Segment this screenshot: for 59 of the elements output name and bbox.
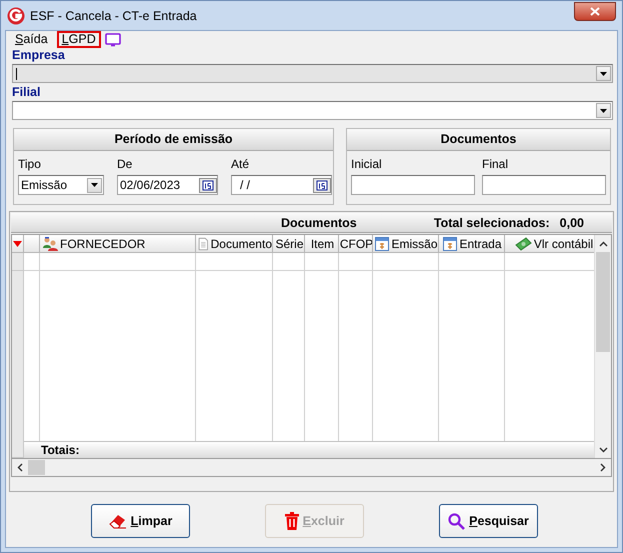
column-header[interactable]: FORNECEDOR bbox=[40, 235, 196, 253]
field-label: Empresa bbox=[11, 48, 66, 63]
panel-title: Período de emissão bbox=[14, 129, 333, 151]
calendar-button-icon[interactable] bbox=[313, 178, 331, 192]
column-header[interactable] bbox=[12, 235, 24, 253]
column-header[interactable]: Item bbox=[305, 235, 339, 253]
panel-title: Documentos bbox=[347, 129, 610, 151]
scrollbar-thumb[interactable] bbox=[28, 460, 45, 475]
vertical-scrollbar[interactable] bbox=[594, 235, 611, 458]
people-icon bbox=[42, 236, 58, 252]
column-header[interactable]: Entrada bbox=[439, 235, 505, 253]
up-chevron-icon bbox=[598, 240, 608, 246]
field-label: Até bbox=[231, 158, 250, 171]
input-field[interactable] bbox=[351, 175, 475, 195]
window-title: ESF - Cancela - CT-e Entrada bbox=[30, 8, 197, 22]
field-label: Tipo bbox=[18, 158, 42, 171]
down-chevron-icon bbox=[598, 446, 608, 452]
grid-title: Documentos bbox=[281, 216, 357, 230]
dropdown-arrow-icon bbox=[91, 183, 98, 187]
field-label: Inicial bbox=[351, 158, 383, 171]
scrollbar-thumb[interactable] bbox=[596, 252, 610, 352]
down-triangle-icon bbox=[13, 240, 22, 246]
right-chevron-icon bbox=[600, 463, 606, 472]
date-field[interactable]: / / bbox=[231, 175, 332, 195]
field-label: Final bbox=[482, 158, 510, 171]
close-button[interactable] bbox=[574, 2, 616, 21]
dropdown-field[interactable] bbox=[12, 101, 613, 120]
dropdown-arrow-icon bbox=[600, 108, 607, 112]
date-field[interactable]: 02/06/2023 bbox=[117, 175, 218, 195]
total-value: 0,00 bbox=[560, 216, 584, 230]
calendar-icon bbox=[375, 236, 390, 250]
calendar-button-icon[interactable] bbox=[199, 178, 217, 192]
banknote-icon bbox=[514, 236, 532, 250]
clear-button[interactable]: Limpar bbox=[91, 504, 190, 538]
horizontal-scrollbar[interactable] bbox=[11, 459, 612, 477]
field-label: Filial bbox=[11, 85, 42, 100]
app-logo-icon bbox=[7, 6, 25, 24]
column-header[interactable]: Documento bbox=[196, 235, 273, 253]
menu-item[interactable]: LGPD bbox=[56, 31, 101, 48]
close-icon bbox=[590, 7, 600, 16]
input-field[interactable] bbox=[482, 175, 606, 195]
column-header[interactable]: Vlr contábil bbox=[505, 235, 594, 253]
left-chevron-icon bbox=[17, 463, 23, 472]
total-label: Total selecionados: bbox=[434, 216, 550, 230]
column-header[interactable]: Emissão bbox=[373, 235, 439, 253]
type-dropdown[interactable]: Emissão bbox=[18, 175, 104, 195]
search-button[interactable]: Pesquisar bbox=[439, 504, 538, 538]
trash-icon bbox=[284, 512, 299, 530]
monitor-icon[interactable] bbox=[104, 32, 121, 46]
eraser-icon bbox=[108, 513, 127, 529]
totals-label: Totais: bbox=[41, 443, 80, 457]
column-header[interactable] bbox=[24, 235, 40, 253]
search-icon bbox=[448, 512, 466, 530]
column-header[interactable]: Série bbox=[273, 235, 305, 253]
dropdown-arrow-icon bbox=[600, 72, 607, 76]
calendar-icon bbox=[443, 236, 458, 250]
document-icon bbox=[198, 236, 209, 252]
field-label: De bbox=[117, 158, 134, 171]
menu-item[interactable]: Saída bbox=[10, 31, 53, 48]
